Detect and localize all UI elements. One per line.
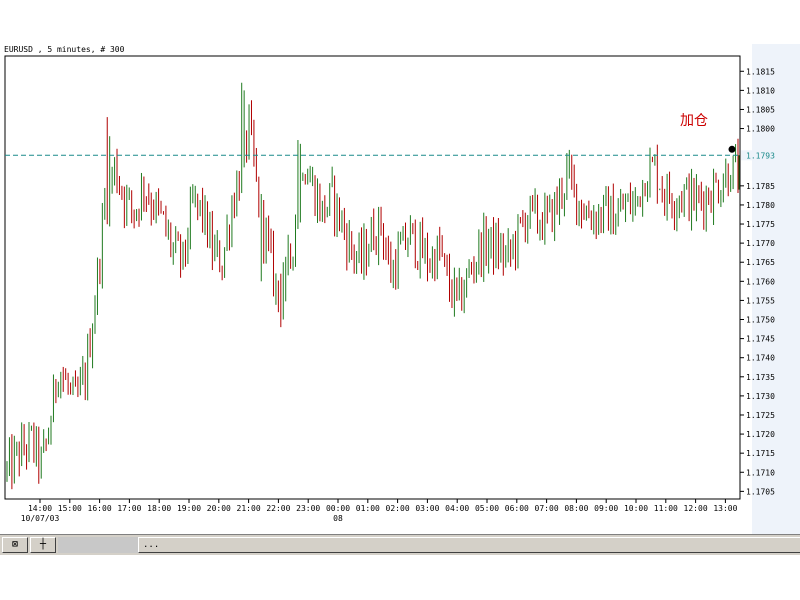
date-label: 10/07/03 — [21, 514, 60, 523]
chart-tab-icon[interactable]: ⊠ — [2, 537, 28, 553]
time-label: 02:00 — [386, 504, 410, 513]
current-price-label: 1.1793 — [746, 151, 775, 160]
candlestick-chart: 1.1705 1.1710 1.1715 1.1720 1.1725 1.1730 1.17… — [4, 55, 791, 523]
price-label: 1.1715 — [746, 449, 775, 458]
price-label: 1.1785 — [746, 182, 775, 191]
time-label: 06:00 — [505, 504, 529, 513]
time-label: 23:00 — [296, 504, 320, 513]
time-label: 10:00 — [624, 504, 648, 513]
time-label: 04:00 — [445, 504, 469, 513]
bottom-blank-area — [0, 555, 800, 600]
price-label: 1.1810 — [746, 86, 775, 95]
price-label: 1.1710 — [746, 468, 775, 477]
time-label: 07:00 — [535, 504, 559, 513]
time-label: 21:00 — [237, 504, 261, 513]
time-label: 19:00 — [177, 504, 201, 513]
plot-frame — [4, 55, 741, 500]
time-label: 01:00 — [356, 504, 380, 513]
price-label: 1.1750 — [746, 316, 775, 325]
time-axis: 14:00 15:00 16:00 17:00 18:00 19:00 20:00 21:00… — [21, 499, 738, 523]
time-label: 15:00 — [58, 504, 82, 513]
chart-title: EURUSD , 5 minutes, # 300 — [4, 45, 125, 54]
price-label: 1.1775 — [746, 220, 775, 229]
time-label: 12:00 — [684, 504, 708, 513]
time-label: 14:00 — [28, 504, 52, 513]
price-label: 1.1815 — [746, 67, 775, 76]
price-label: 1.1755 — [746, 296, 775, 305]
price-axis: 1.1705 1.1710 1.1715 1.1720 1.1725 1.1730 1.17… — [740, 67, 775, 496]
time-label: 08:00 — [564, 504, 588, 513]
price-label: 1.1805 — [746, 105, 775, 114]
date-label: 08 — [333, 514, 343, 523]
time-label: 11:00 — [654, 504, 678, 513]
time-label: 00:00 — [326, 504, 350, 513]
chart-tab-bar: ⊠ ┼ ... — [0, 534, 800, 555]
time-label: 03:00 — [415, 504, 439, 513]
marker-dot — [728, 145, 736, 153]
price-label: 1.1780 — [746, 201, 775, 210]
price-label: 1.1720 — [746, 430, 775, 439]
price-label: 1.1730 — [746, 392, 775, 401]
time-label: 20:00 — [207, 504, 231, 513]
scrollbar-thumb[interactable]: ... — [138, 537, 800, 553]
price-label: 1.1770 — [746, 239, 775, 248]
price-label: 1.1725 — [746, 411, 775, 420]
price-label: 1.1705 — [746, 487, 775, 496]
time-label: 22:00 — [266, 504, 290, 513]
price-label: 1.1765 — [746, 258, 775, 267]
time-label: 13:00 — [713, 504, 737, 513]
price-label: 1.1760 — [746, 277, 775, 286]
crosshair-tab-icon[interactable]: ┼ — [30, 537, 56, 553]
time-label: 18:00 — [147, 504, 171, 513]
time-label: 17:00 — [117, 504, 141, 513]
price-label: 1.1745 — [746, 335, 775, 344]
price-label: 1.1800 — [746, 125, 775, 134]
price-label: 1.1740 — [746, 354, 775, 363]
price-label: 1.1735 — [746, 373, 775, 382]
time-label: 16:00 — [88, 504, 112, 513]
annotation-text: 加仓 — [680, 113, 708, 129]
time-label: 09:00 — [594, 504, 618, 513]
time-label: 05:00 — [475, 504, 499, 513]
